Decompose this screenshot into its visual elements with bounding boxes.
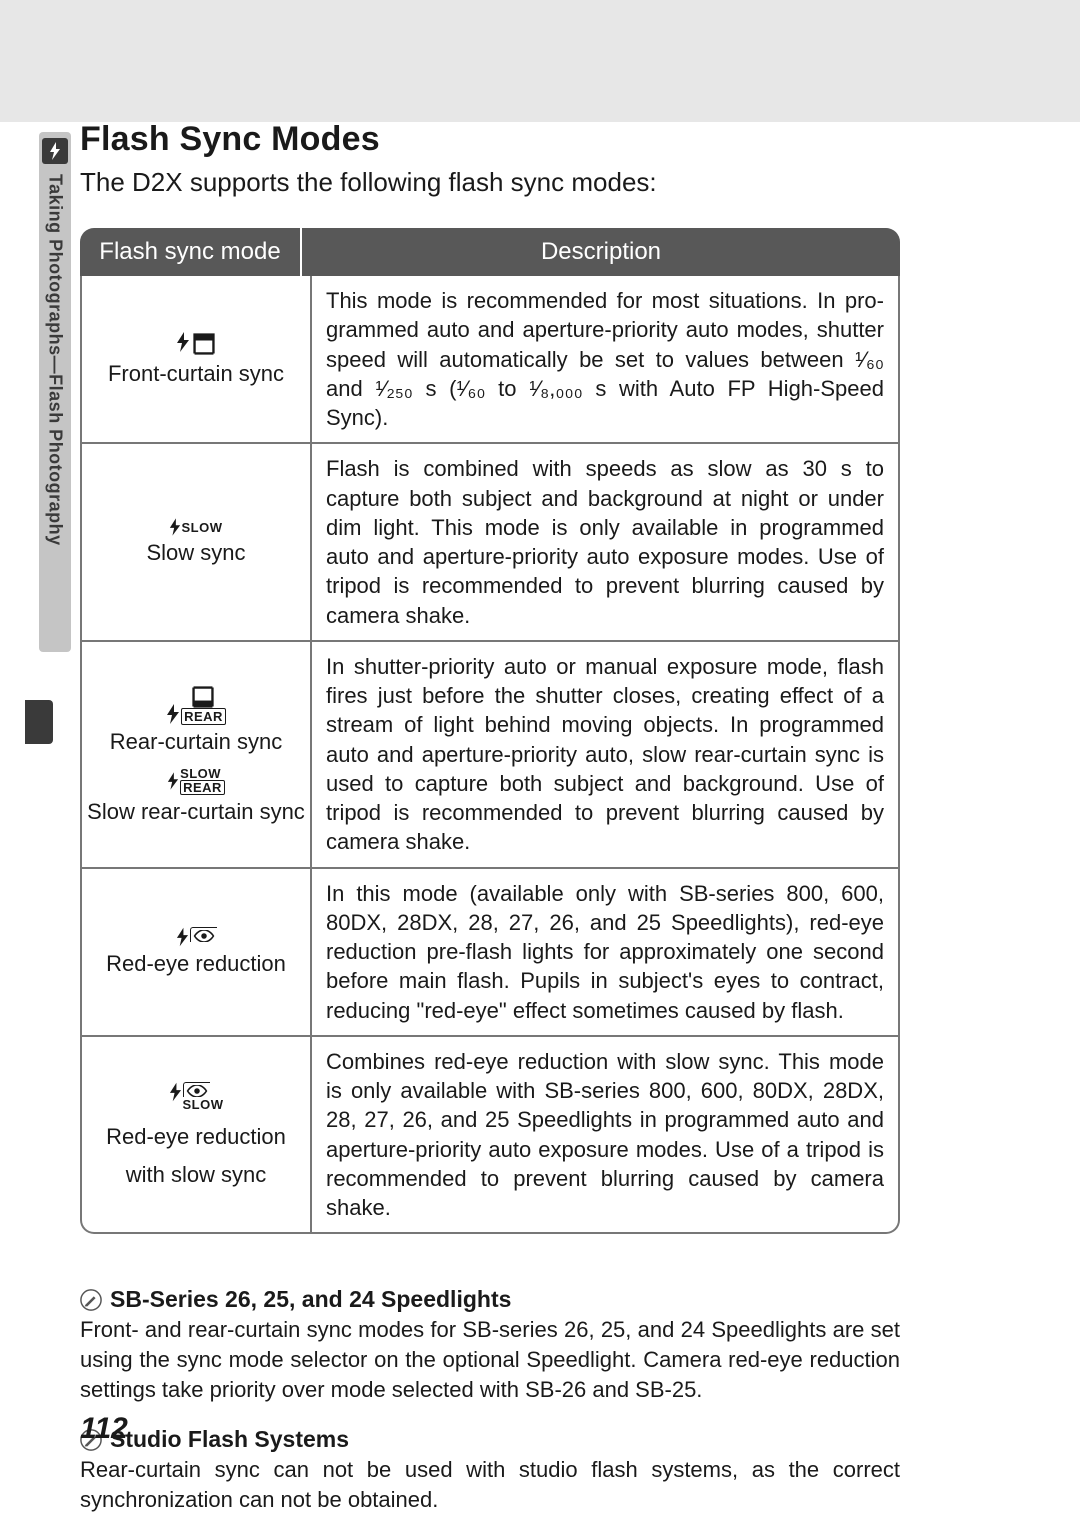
table-row: Red-eye reduction In this mode (available… — [82, 869, 898, 1037]
mode-icon: SLOWREAR — [167, 767, 225, 795]
note-body: Front- and rear-curtain sync modes for S… — [80, 1315, 900, 1404]
description-cell: Flash is combined with speeds as slow as… — [312, 444, 898, 640]
mode-label: Front-curtain sync — [108, 361, 284, 387]
sidebar-section-tab: Taking Photographs—Flash Photography — [39, 132, 71, 652]
sidebar-section-label: Taking Photographs—Flash Photography — [45, 174, 66, 546]
mode-block: Red-eye reduction — [106, 927, 286, 977]
mode-icon: REAR — [166, 684, 226, 725]
table-row: Front-curtain sync This mode is recommend… — [82, 276, 898, 444]
mode-icon: SLOW — [169, 518, 222, 536]
mode-cell: SLOW Slow sync — [82, 444, 312, 640]
column-header-mode: Flash sync mode — [80, 228, 302, 276]
column-header-desc: Description — [302, 228, 900, 276]
intro-text: The D2X supports the following flash syn… — [80, 165, 980, 200]
description-cell: In shutter-priority auto or manual expos… — [312, 642, 898, 867]
note-title: Studio Flash Systems — [80, 1426, 900, 1453]
flash-icon — [42, 138, 68, 164]
mode-label: Red-eye reduction — [106, 1124, 286, 1150]
mode-block: SLOWREAR Slow rear-curtain sync — [87, 767, 305, 825]
mode-label: Red-eye reduction — [106, 951, 286, 977]
mode-label: Slow rear-curtain sync — [87, 799, 305, 825]
mode-icon: SLOW — [169, 1082, 224, 1112]
flash-sync-table: Flash sync mode Description Front-curtai… — [80, 228, 900, 1234]
description-cell: Combines red-eye reduction with slow syn… — [312, 1037, 898, 1233]
pencil-icon — [80, 1289, 102, 1311]
mode-block: Front-curtain sync — [108, 331, 284, 387]
mode-icon — [176, 331, 217, 357]
page-top-band — [0, 0, 1080, 122]
table-body: Front-curtain sync This mode is recommend… — [80, 276, 900, 1234]
page-title: Flash Sync Modes — [80, 120, 980, 159]
table-header: Flash sync mode Description — [80, 228, 900, 276]
note-title: SB-Series 26, 25, and 24 Speedlights — [80, 1286, 900, 1313]
mode-cell: REAR Rear-curtain sync SLOWREAR Slow rear-c… — [82, 642, 312, 867]
mode-label: with slow sync — [126, 1162, 267, 1188]
mode-block: SLOW Slow sync — [146, 518, 245, 566]
description-cell: In this mode (available only with SB-ser… — [312, 869, 898, 1035]
table-row: SLOW Red-eye reduction with slow sync Combi… — [82, 1037, 898, 1233]
page-thumb-tab — [25, 700, 53, 744]
mode-cell: Red-eye reduction — [82, 869, 312, 1035]
note-block: Studio Flash SystemsRear-curtain sync ca… — [80, 1426, 900, 1514]
note-body: Rear-curtain sync can not be used with s… — [80, 1455, 900, 1514]
page-number: 112 — [80, 1412, 128, 1446]
description-cell: This mode is recommended for most situat… — [312, 276, 898, 442]
table-row: SLOW Slow sync Flash is combined with spee… — [82, 444, 898, 642]
note-block: SB-Series 26, 25, and 24 SpeedlightsFron… — [80, 1286, 900, 1404]
mode-label: Rear-curtain sync — [110, 729, 282, 755]
page-content: Flash Sync Modes The D2X supports the fo… — [80, 120, 980, 1537]
mode-cell: SLOW Red-eye reduction with slow sync — [82, 1037, 312, 1233]
table-row: REAR Rear-curtain sync SLOWREAR Slow rear-c… — [82, 642, 898, 869]
mode-block: REAR Rear-curtain sync — [110, 684, 282, 755]
mode-cell: Front-curtain sync — [82, 276, 312, 442]
mode-icon — [176, 927, 217, 947]
notes-section: SB-Series 26, 25, and 24 SpeedlightsFron… — [80, 1286, 900, 1514]
mode-label: Slow sync — [146, 540, 245, 566]
